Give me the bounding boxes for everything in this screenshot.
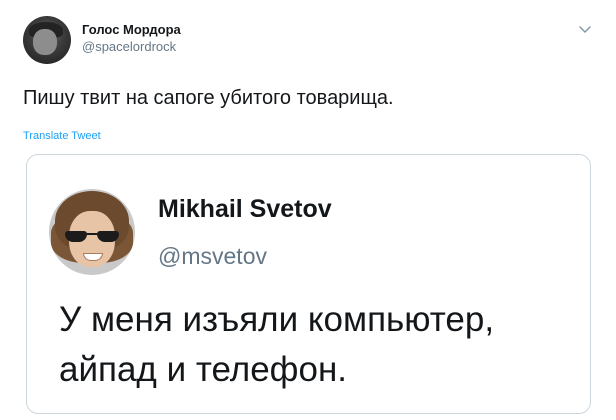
translate-tweet-link[interactable]: Translate Tweet xyxy=(23,130,101,142)
author-avatar[interactable] xyxy=(23,16,71,64)
tweet-text: Пишу твит на сапоге убитого товарища. xyxy=(23,87,394,109)
sunglasses-icon xyxy=(65,231,119,242)
tweet: Голос Мордора @spacelordrock Пишу твит н… xyxy=(0,0,616,420)
quoted-text-line-2: айпад и телефон. xyxy=(59,350,347,389)
chevron-down-icon[interactable] xyxy=(578,22,592,36)
quoted-tweet-text: У меня изъяли компьютер, айпад и телефон… xyxy=(59,295,494,395)
quoted-author-name: Mikhail Svetov xyxy=(158,195,332,223)
quoted-author-handle: @msvetov xyxy=(158,243,267,269)
quoted-tweet-card[interactable]: Mikhail Svetov @msvetov У меня изъяли ко… xyxy=(26,154,591,414)
quoted-author-avatar xyxy=(49,189,135,275)
author-handle[interactable]: @spacelordrock xyxy=(82,39,181,55)
avatar-face xyxy=(33,29,57,55)
quoted-text-line-1: У меня изъяли компьютер, xyxy=(59,300,495,339)
author-name[interactable]: Голос Мордора xyxy=(82,22,181,38)
author-info[interactable]: Голос Мордора @spacelordrock xyxy=(82,22,181,55)
